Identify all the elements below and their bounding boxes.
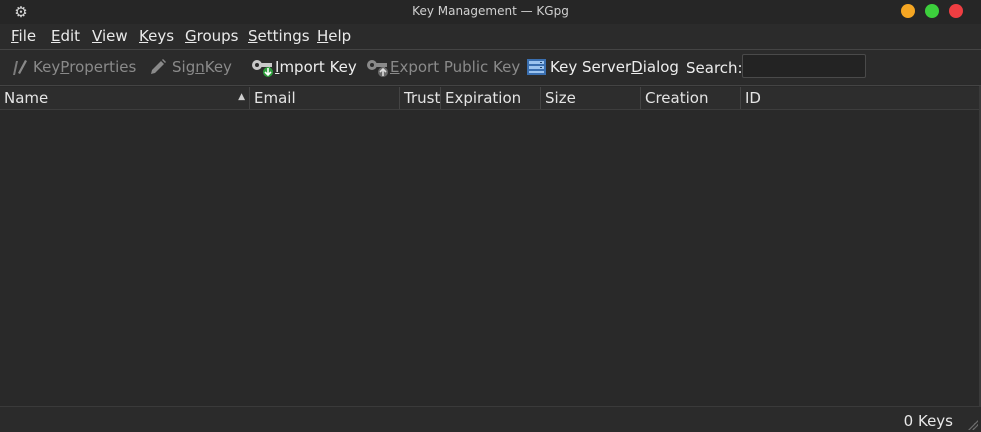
column-header-trust[interactable]: Trust xyxy=(400,87,441,109)
search-label: Search: xyxy=(686,59,743,77)
key-properties-icon xyxy=(9,57,31,77)
menu-file-accel: F xyxy=(11,27,19,45)
column-header-creation[interactable]: Creation xyxy=(641,87,741,109)
export-public-key-accel: E xyxy=(390,58,400,76)
key-properties-label-pre: Key xyxy=(33,58,61,76)
menu-groups-accel: G xyxy=(185,27,197,45)
import-key-label: mport Key xyxy=(279,58,357,76)
menu-edit-label: dit xyxy=(60,27,81,45)
column-header-creation-label: Creation xyxy=(645,89,709,107)
sign-key-label-pre: Sig xyxy=(172,58,196,76)
menu-groups[interactable]: Groups xyxy=(185,27,238,45)
sign-key-label: Key xyxy=(204,58,232,76)
window-title: Key Management — KGpg xyxy=(412,4,569,18)
sign-key-accel: n xyxy=(195,58,205,76)
sign-key-button[interactable]: Sig n Key xyxy=(148,56,232,78)
column-header-expiration[interactable]: Expiration xyxy=(441,87,541,109)
minimize-button[interactable] xyxy=(901,4,915,18)
menu-help-accel: H xyxy=(317,27,329,45)
column-header-expiration-label: Expiration xyxy=(445,89,522,107)
table-header: Name ▲ Email Trust Expiration Size Creat… xyxy=(0,87,979,110)
column-header-email[interactable]: Email xyxy=(250,87,400,109)
key-list[interactable]: Name ▲ Email Trust Expiration Size Creat… xyxy=(0,86,981,406)
export-public-key-button[interactable]: Export Public Key xyxy=(366,56,520,78)
sort-ascending-icon: ▲ xyxy=(238,92,245,102)
search-input[interactable] xyxy=(742,54,866,78)
export-public-key-label: xport Public Key xyxy=(399,58,521,76)
key-properties-label: roperties xyxy=(69,58,137,76)
close-button[interactable] xyxy=(949,4,963,18)
menu-edit[interactable]: Edit xyxy=(51,27,80,45)
menu-help-label: elp xyxy=(328,27,352,45)
menu-file[interactable]: File xyxy=(11,27,36,45)
key-server-dialog-button[interactable]: Key Server Dialog xyxy=(526,56,679,78)
menu-keys-accel: K xyxy=(139,27,149,45)
key-server-icon xyxy=(526,57,548,77)
column-header-id-label: ID xyxy=(745,89,761,107)
pencil-icon xyxy=(148,57,170,77)
menu-view-label: iew xyxy=(101,27,128,45)
column-header-name-label: Name xyxy=(4,89,49,107)
menu-file-label: ile xyxy=(18,27,37,45)
menu-settings[interactable]: Settings xyxy=(248,27,310,45)
column-header-id[interactable]: ID xyxy=(741,87,979,109)
status-bar: 0 Keys xyxy=(0,406,981,432)
menu-keys-label: eys xyxy=(148,27,175,45)
maximize-button[interactable] xyxy=(925,4,939,18)
menu-settings-accel: S xyxy=(248,27,258,45)
import-key-button[interactable]: Import Key xyxy=(251,56,357,78)
menu-settings-label: ettings xyxy=(257,27,310,45)
menu-view[interactable]: View xyxy=(92,27,128,45)
key-count: 0 Keys xyxy=(903,412,953,430)
menu-view-accel: V xyxy=(92,27,102,45)
menu-groups-label: roups xyxy=(196,27,239,45)
column-header-email-label: Email xyxy=(254,89,296,107)
export-key-icon xyxy=(366,57,388,77)
key-server-dialog-label-pre: Key Server xyxy=(550,58,632,76)
key-server-dialog-label: ialog xyxy=(642,58,679,76)
menu-bar: File Edit View Keys Groups Settings Help xyxy=(0,24,981,49)
key-properties-button[interactable]: Key Properties xyxy=(9,56,136,78)
main-window: ⚙ Key Management — KGpg File Edit View K… xyxy=(0,0,981,432)
menu-help[interactable]: Help xyxy=(317,27,351,45)
column-header-size-label: Size xyxy=(545,89,576,107)
table-body[interactable] xyxy=(0,110,979,406)
column-header-size[interactable]: Size xyxy=(541,87,641,109)
column-header-name[interactable]: Name ▲ xyxy=(0,87,250,109)
menu-keys[interactable]: Keys xyxy=(139,27,174,45)
key-server-dialog-accel: D xyxy=(631,58,643,76)
key-properties-accel: P xyxy=(60,58,70,76)
resize-grip-icon[interactable] xyxy=(968,420,978,430)
title-bar[interactable]: ⚙ Key Management — KGpg xyxy=(0,0,981,24)
import-key-icon xyxy=(251,57,273,77)
column-header-trust-label: Trust xyxy=(404,89,441,107)
